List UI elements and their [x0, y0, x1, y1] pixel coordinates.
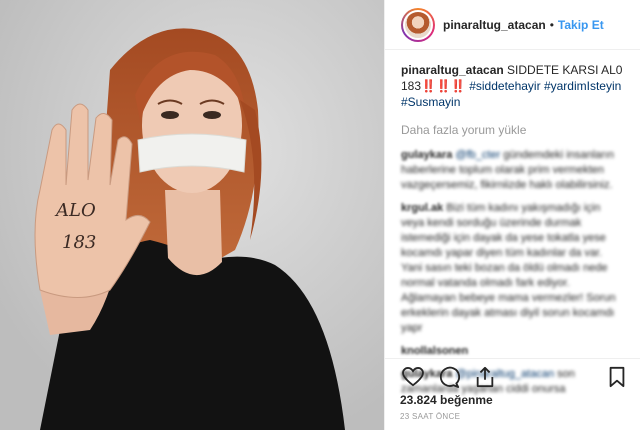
hashtag-siddetehayir[interactable]: #siddetehayir [469, 79, 540, 93]
caption-emoji: ‼️‼️‼️ [421, 79, 466, 93]
avatar[interactable] [401, 7, 435, 42]
bookmark-icon[interactable] [604, 364, 630, 390]
comment-item: knollalsonen [401, 344, 626, 359]
separator-dot: • [549, 17, 554, 32]
comment-username[interactable]: gulaykara [401, 149, 452, 161]
hashtag-susmayin[interactable]: #Susmayin [401, 95, 460, 109]
hand-text-line1: ALO [54, 200, 96, 221]
likes-count[interactable]: 23.824 beğenme [400, 393, 493, 407]
caption-username[interactable]: pinaraltug_atacan [401, 63, 504, 77]
comment-username[interactable]: knollalsonen [401, 345, 468, 357]
load-more-comments[interactable]: Daha fazla yorum yükle [401, 122, 626, 138]
share-icon[interactable] [472, 364, 498, 390]
comment-item: gulaykara @fb_cter gündemdeki insanların… [401, 148, 626, 193]
follow-button[interactable]: Takip Et [558, 18, 604, 32]
comments-area: pinaraltug_atacan SIDDETE KARSI AL0 183‼… [385, 50, 640, 397]
heart-icon[interactable] [400, 364, 426, 390]
comment-username[interactable]: krgul.ak [401, 202, 443, 214]
hashtag-yardimisteyin[interactable]: #yardimIsteyin [544, 79, 621, 93]
post-photo[interactable]: ALO 183 [0, 0, 384, 430]
header-username[interactable]: pinaraltug_atacan [443, 18, 546, 32]
post-header: pinaraltug_atacan • Takip Et [385, 0, 640, 50]
post-image: ALO 183 [0, 0, 384, 430]
comment-item: krgul.ak Bizi tüm kadını yakışmadığı içi… [401, 201, 626, 336]
action-bar [384, 358, 640, 390]
hand-text-line2: 183 [62, 232, 96, 253]
comment-icon[interactable] [436, 364, 462, 390]
comment-text: Bizi tüm kadını yakışmadığı için veya ke… [401, 202, 616, 334]
caption-number: 183 [401, 79, 422, 93]
caption-text: SIDDETE KARSI AL0 [507, 63, 623, 77]
post-timestamp: 23 SAAT ÖNCE [400, 412, 461, 421]
comment-mention[interactable]: @fb_cter [455, 149, 500, 161]
caption: pinaraltug_atacan SIDDETE KARSI AL0 183‼… [401, 62, 626, 110]
